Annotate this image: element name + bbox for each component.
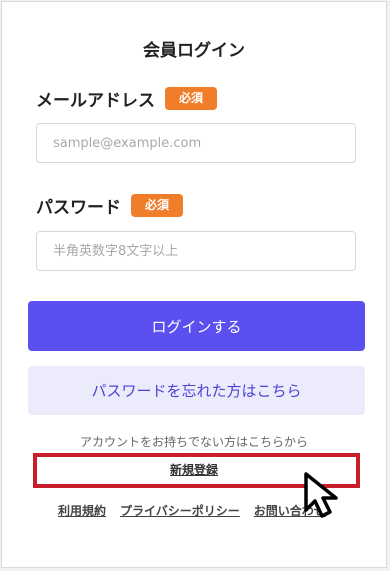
forgot-password-button[interactable]: パスワードを忘れた方はこちら: [28, 366, 365, 415]
email-label-row: メールアドレス 必須: [36, 86, 218, 111]
no-account-text: アカウントをお持ちでない方はこちらから: [79, 435, 308, 449]
login-button[interactable]: ログインする: [28, 301, 365, 351]
email-field[interactable]: [36, 123, 356, 163]
email-label: メールアドレス: [36, 91, 155, 111]
page-title: 会員ログイン: [143, 41, 245, 61]
password-label: パスワード: [36, 198, 121, 218]
password-label-row: パスワード 必須: [36, 193, 184, 218]
footer-links: 利用規約 プライバシーポリシー お問い合わせ: [58, 502, 326, 519]
privacy-policy-link[interactable]: プライバシーポリシー: [120, 502, 240, 519]
terms-link[interactable]: 利用規約: [58, 502, 106, 519]
required-badge-email: 必須: [165, 87, 218, 110]
mouse-pointer-icon: [304, 472, 338, 518]
required-badge-password: 必須: [131, 194, 184, 217]
password-field[interactable]: [36, 231, 356, 271]
